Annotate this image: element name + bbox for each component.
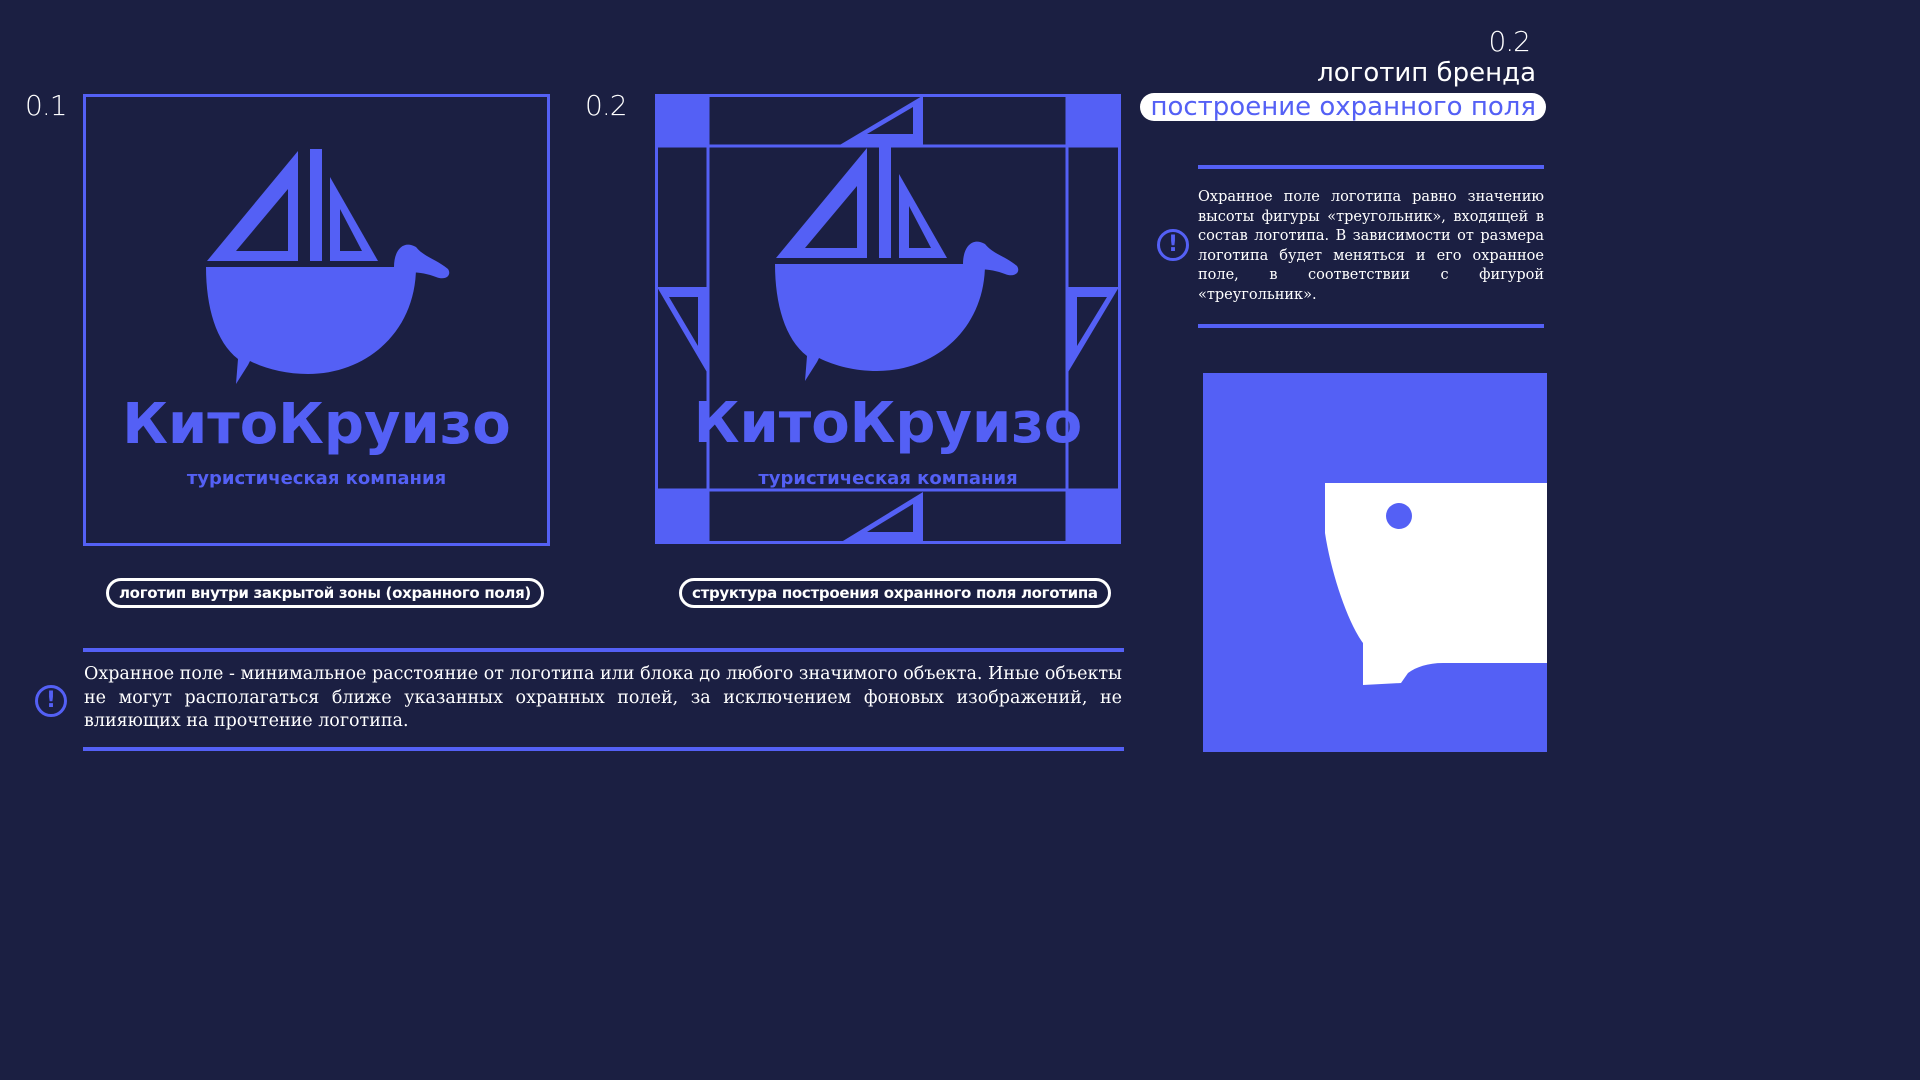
bottom-note-bottom-rule [83,747,1124,751]
panel2-construction-grid: КитоКруизо туристическая компания [655,94,1121,544]
section-number: 0.2 [1488,25,1531,58]
page-subtitle: построение охранного поля [1140,93,1546,121]
exclamation-circle-icon: ! [35,685,67,717]
panel1-brand-tagline: туристическая компания [186,468,447,489]
side-note-top-rule [1198,165,1544,169]
panel1-brand-name: КитоКруизо [122,392,511,457]
side-note-text: Охранное поле логотипа равно значению вы… [1198,189,1544,303]
panel2-number: 0.2 [585,89,628,122]
bottom-note-text: Охранное поле - минимальное расстояние о… [84,664,1122,731]
exclamation-circle-icon: ! [1157,229,1189,261]
logo-detail-zoom [1203,373,1547,752]
panel1-number: 0.1 [25,89,68,122]
side-note-bottom-rule [1198,324,1544,328]
panel2-brand-tagline: туристическая компания [758,468,1018,489]
whale-detail-icon [1325,483,1547,685]
bottom-note-top-rule [83,648,1124,652]
panel1-logo-box: КитоКруизо туристическая компания [83,94,550,546]
page-title: логотип бренда [1317,58,1536,88]
panel2-caption: структура построения охранного поля лого… [679,578,1111,608]
panel2-brand-name: КитоКруизо [693,391,1083,456]
panel1-caption: логотип внутри закрытой зоны (охранного … [106,578,544,608]
